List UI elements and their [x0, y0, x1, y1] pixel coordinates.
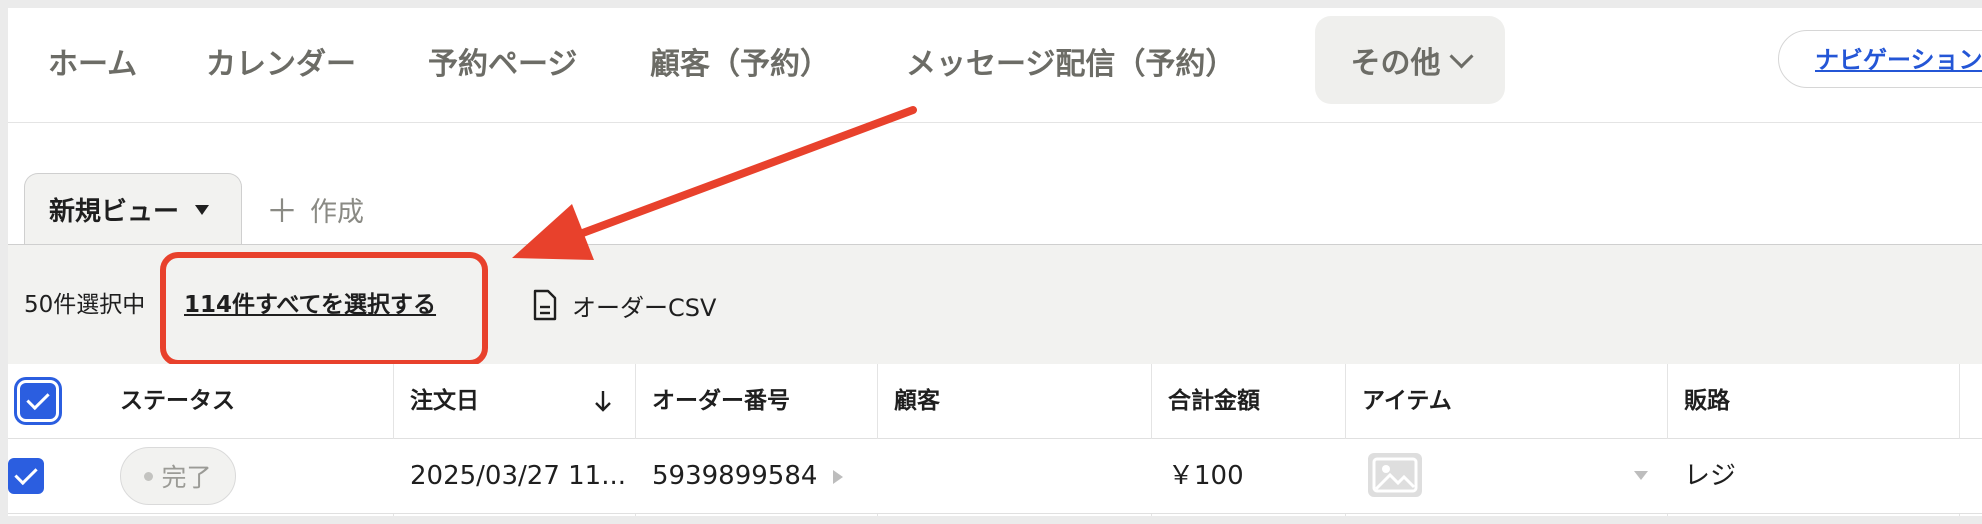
plus-icon: ＋ [266, 192, 299, 230]
channel-cell: レジ [1684, 461, 1737, 491]
nav-customers[interactable]: 顧客（予約） [650, 8, 830, 122]
column-order-date[interactable]: 注文日 [410, 364, 479, 438]
column-status[interactable]: ステータス [120, 364, 235, 438]
image-placeholder-icon [1368, 453, 1422, 497]
caret-right-icon [833, 469, 844, 484]
status-label: 完了 [161, 463, 212, 492]
item-dropdown-caret-icon[interactable] [1634, 471, 1648, 480]
document-icon [533, 289, 557, 321]
column-channel[interactable]: 販路 [1684, 364, 1730, 438]
select-all-checkbox[interactable] [20, 383, 56, 419]
table-header: ステータス 注文日 オーダー番号 顧客 合計金額 アイテム 販路 [8, 364, 1982, 439]
order-csv-button[interactable]: オーダーCSV [532, 245, 716, 365]
order-csv-label: オーダーCSV [572, 293, 717, 322]
tab-new-view[interactable]: 新規ビュー [24, 173, 242, 245]
sort-down-arrow-icon[interactable] [593, 364, 613, 438]
nav-message-delivery[interactable]: メッセージ配信（予約） [906, 8, 1235, 122]
navigation-guide-link[interactable]: ナビゲーション [1778, 30, 1982, 88]
total-cell: ￥100 [1168, 461, 1244, 491]
nav-more-label: その他 [1350, 46, 1441, 81]
column-customer[interactable]: 顧客 [894, 364, 940, 438]
chevron-down-icon [1448, 43, 1474, 69]
row-checkbox[interactable] [8, 458, 44, 494]
top-navigation: ホーム カレンダー 予約ページ 顧客（予約） メッセージ配信（予約） その他 ナ… [8, 8, 1982, 123]
status-dot-icon [144, 471, 154, 481]
nav-calendar[interactable]: カレンダー [206, 8, 356, 122]
create-view-label: 作成 [310, 196, 365, 228]
nav-home[interactable]: ホーム [48, 8, 137, 122]
order-date-cell: 2025/03/27 11... [410, 461, 626, 491]
selected-count: 50件選択中 [24, 292, 146, 318]
column-order-number[interactable]: オーダー番号 [652, 364, 790, 438]
nav-booking-page[interactable]: 予約ページ [428, 8, 577, 122]
nav-more-menu[interactable]: その他 [1315, 16, 1505, 104]
caret-down-icon[interactable] [195, 204, 210, 215]
order-number-cell[interactable]: 5939899584 [652, 439, 844, 513]
column-items[interactable]: アイテム [1362, 364, 1452, 438]
table-row[interactable]: 完了 2025/03/27 11... 5939899584 ￥100 レジ [8, 439, 1982, 514]
order-number-value: 5939899584 [652, 461, 818, 491]
status-badge: 完了 [120, 447, 236, 505]
annotation-highlight-box [160, 252, 488, 366]
app-frame: ホーム カレンダー 予約ページ 顧客（予約） メッセージ配信（予約） その他 ナ… [8, 8, 1982, 516]
column-total[interactable]: 合計金額 [1168, 364, 1260, 438]
create-view-button[interactable]: ＋ 作成 [266, 173, 364, 245]
tab-new-view-label: 新規ビュー [49, 197, 180, 227]
